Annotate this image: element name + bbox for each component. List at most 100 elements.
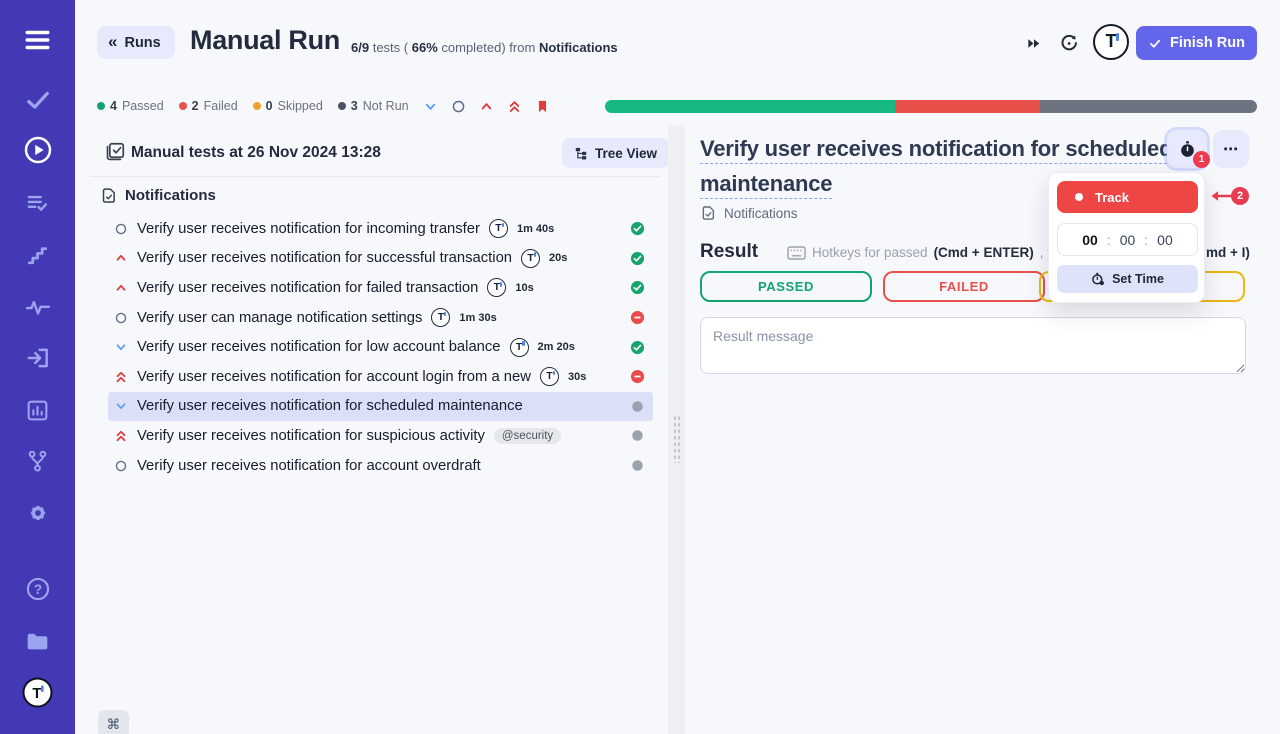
check-icon: [1148, 37, 1162, 50]
import-icon: [25, 345, 51, 371]
annotation-badge-2: 2: [1231, 187, 1249, 205]
file-check-icon: [101, 187, 117, 204]
colon: :: [1107, 232, 1111, 248]
filter-chevron-down-icon[interactable]: [422, 98, 438, 114]
testomat-test-icon: T: [521, 249, 540, 268]
test-row[interactable]: Verify user receives notification for lo…: [108, 332, 653, 362]
test-row[interactable]: Verify user receives notification for ac…: [108, 362, 653, 392]
finish-run-button[interactable]: Finish Run: [1136, 26, 1257, 60]
test-duration: 1m 40s: [517, 223, 554, 235]
seconds-field[interactable]: 00: [1157, 232, 1173, 248]
status-failed-icon: [630, 310, 645, 325]
hotkey-passed: (Cmd + ENTER): [934, 245, 1034, 260]
testomat-test-icon: T: [540, 367, 559, 386]
sidebar-item-projects[interactable]: [0, 623, 75, 659]
priority-low-icon: [114, 399, 128, 413]
filter-bookmark-icon[interactable]: [534, 98, 550, 114]
run-progress-bar: [605, 100, 1257, 113]
test-title: Verify user receives notification for fa…: [137, 280, 478, 296]
status-passed-icon: [630, 251, 645, 266]
milestones-icon: [25, 243, 50, 268]
test-row[interactable]: Verify user receives notification for ac…: [108, 451, 653, 481]
fast-forward-icon[interactable]: [1022, 33, 1044, 53]
tree-view-button[interactable]: Tree View: [562, 138, 669, 168]
filter-double-chevron-up-icon[interactable]: [506, 98, 522, 114]
test-row[interactable]: Verify user receives notification for in…: [108, 214, 653, 244]
status-notrun-icon: [630, 428, 645, 443]
test-row[interactable]: Verify user receives notification for su…: [108, 421, 653, 451]
priority-none-icon: [114, 459, 128, 473]
sidebar-item-milestones[interactable]: [0, 237, 75, 273]
sidebar-item-test-plans[interactable]: [0, 185, 75, 221]
suite-group-label: Notifications: [125, 187, 216, 204]
checklist-icon: [105, 141, 126, 167]
status-passed-icon: [630, 221, 645, 236]
status-failed-icon: [630, 369, 645, 384]
suite-group-notifications[interactable]: Notifications: [101, 187, 216, 204]
testomat-test-icon: T: [487, 278, 506, 297]
hours-field[interactable]: 00: [1082, 232, 1098, 248]
tree-view-label: Tree View: [595, 146, 657, 161]
priority-none-icon: [114, 311, 128, 325]
track-button[interactable]: Track: [1057, 181, 1198, 213]
set-time-label: Set Time: [1112, 272, 1164, 286]
test-row[interactable]: Verify user can manage notification sett…: [108, 303, 653, 333]
run-name: Manual tests at 26 Nov 2024 13:28: [131, 144, 381, 162]
sidebar-item-runs[interactable]: [0, 132, 75, 168]
sidebar-item-branches[interactable]: [0, 443, 75, 479]
page-title: Manual Run: [190, 25, 340, 56]
breadcrumb[interactable]: Notifications: [701, 205, 798, 221]
skipped-dot-icon: [253, 102, 261, 110]
sidebar-item-menu[interactable]: [0, 22, 75, 58]
rerun-timer-icon[interactable]: [1058, 33, 1080, 53]
percent-completed: 66%: [412, 40, 438, 55]
set-time-button[interactable]: Set Time: [1057, 265, 1198, 293]
filter-chevron-up-icon[interactable]: [478, 98, 494, 114]
test-tag: @security: [494, 428, 561, 444]
minutes-field[interactable]: 00: [1120, 232, 1136, 248]
menu-icon: [24, 28, 51, 52]
finish-run-label: Finish Run: [1170, 35, 1245, 51]
result-failed-button[interactable]: FAILED: [883, 271, 1045, 302]
test-row[interactable]: Verify user receives notification for su…: [108, 244, 653, 274]
sidebar-item-analytics[interactable]: [0, 392, 75, 428]
keyboard-shortcuts-button[interactable]: ⌘: [98, 710, 129, 734]
filter-circle-icon[interactable]: [450, 98, 466, 114]
splitter-grip[interactable]: [673, 415, 681, 463]
test-title: Verify user receives notification for ac…: [137, 458, 481, 474]
test-title: Verify user receives notification for lo…: [137, 339, 501, 355]
settings-icon: [25, 500, 51, 526]
test-list: Verify user receives notification for in…: [108, 214, 653, 480]
result-passed-button[interactable]: PASSED: [700, 271, 872, 302]
test-title: Verify user can manage notification sett…: [137, 310, 422, 326]
sidebar-item-settings[interactable]: [0, 495, 75, 531]
test-title: Verify user receives notification for ac…: [137, 369, 531, 385]
result-message-input[interactable]: [700, 317, 1246, 374]
priority-filters: [422, 98, 550, 114]
test-row[interactable]: Verify user receives notification for sc…: [108, 392, 653, 422]
test-title: Verify user receives notification for sc…: [137, 398, 523, 414]
run-stats: 6/9 tests ( 66% completed) from Notifica…: [351, 40, 618, 55]
more-actions-button[interactable]: ⋯: [1213, 130, 1249, 168]
panel-splitter: [668, 125, 685, 734]
testomat-logo[interactable]: T: [1093, 24, 1129, 60]
back-to-runs-button[interactable]: « Runs: [97, 26, 175, 59]
sidebar-item-help[interactable]: ?: [0, 571, 75, 607]
sidebar-item-tests[interactable]: [0, 82, 75, 118]
testomat-test-icon: T: [431, 308, 450, 327]
status-notrun-icon: [630, 458, 645, 473]
timer-badge: 1: [1193, 151, 1210, 168]
test-duration: 30s: [568, 371, 586, 383]
sidebar-item-import[interactable]: [0, 340, 75, 376]
file-check-icon: [701, 205, 716, 221]
source-suite: Notifications: [539, 40, 618, 55]
testomat-test-icon: T: [489, 219, 508, 238]
breadcrumb-label: Notifications: [724, 206, 798, 221]
testomat-test-icon: T: [510, 338, 529, 357]
back-label: Runs: [124, 35, 160, 51]
test-row[interactable]: Verify user receives notification for fa…: [108, 273, 653, 303]
sidebar-logo[interactable]: T: [0, 674, 75, 710]
svg-text:T: T: [32, 685, 41, 702]
sidebar-item-pulse[interactable]: [0, 289, 75, 325]
summary-skipped: 0Skipped: [253, 99, 323, 113]
